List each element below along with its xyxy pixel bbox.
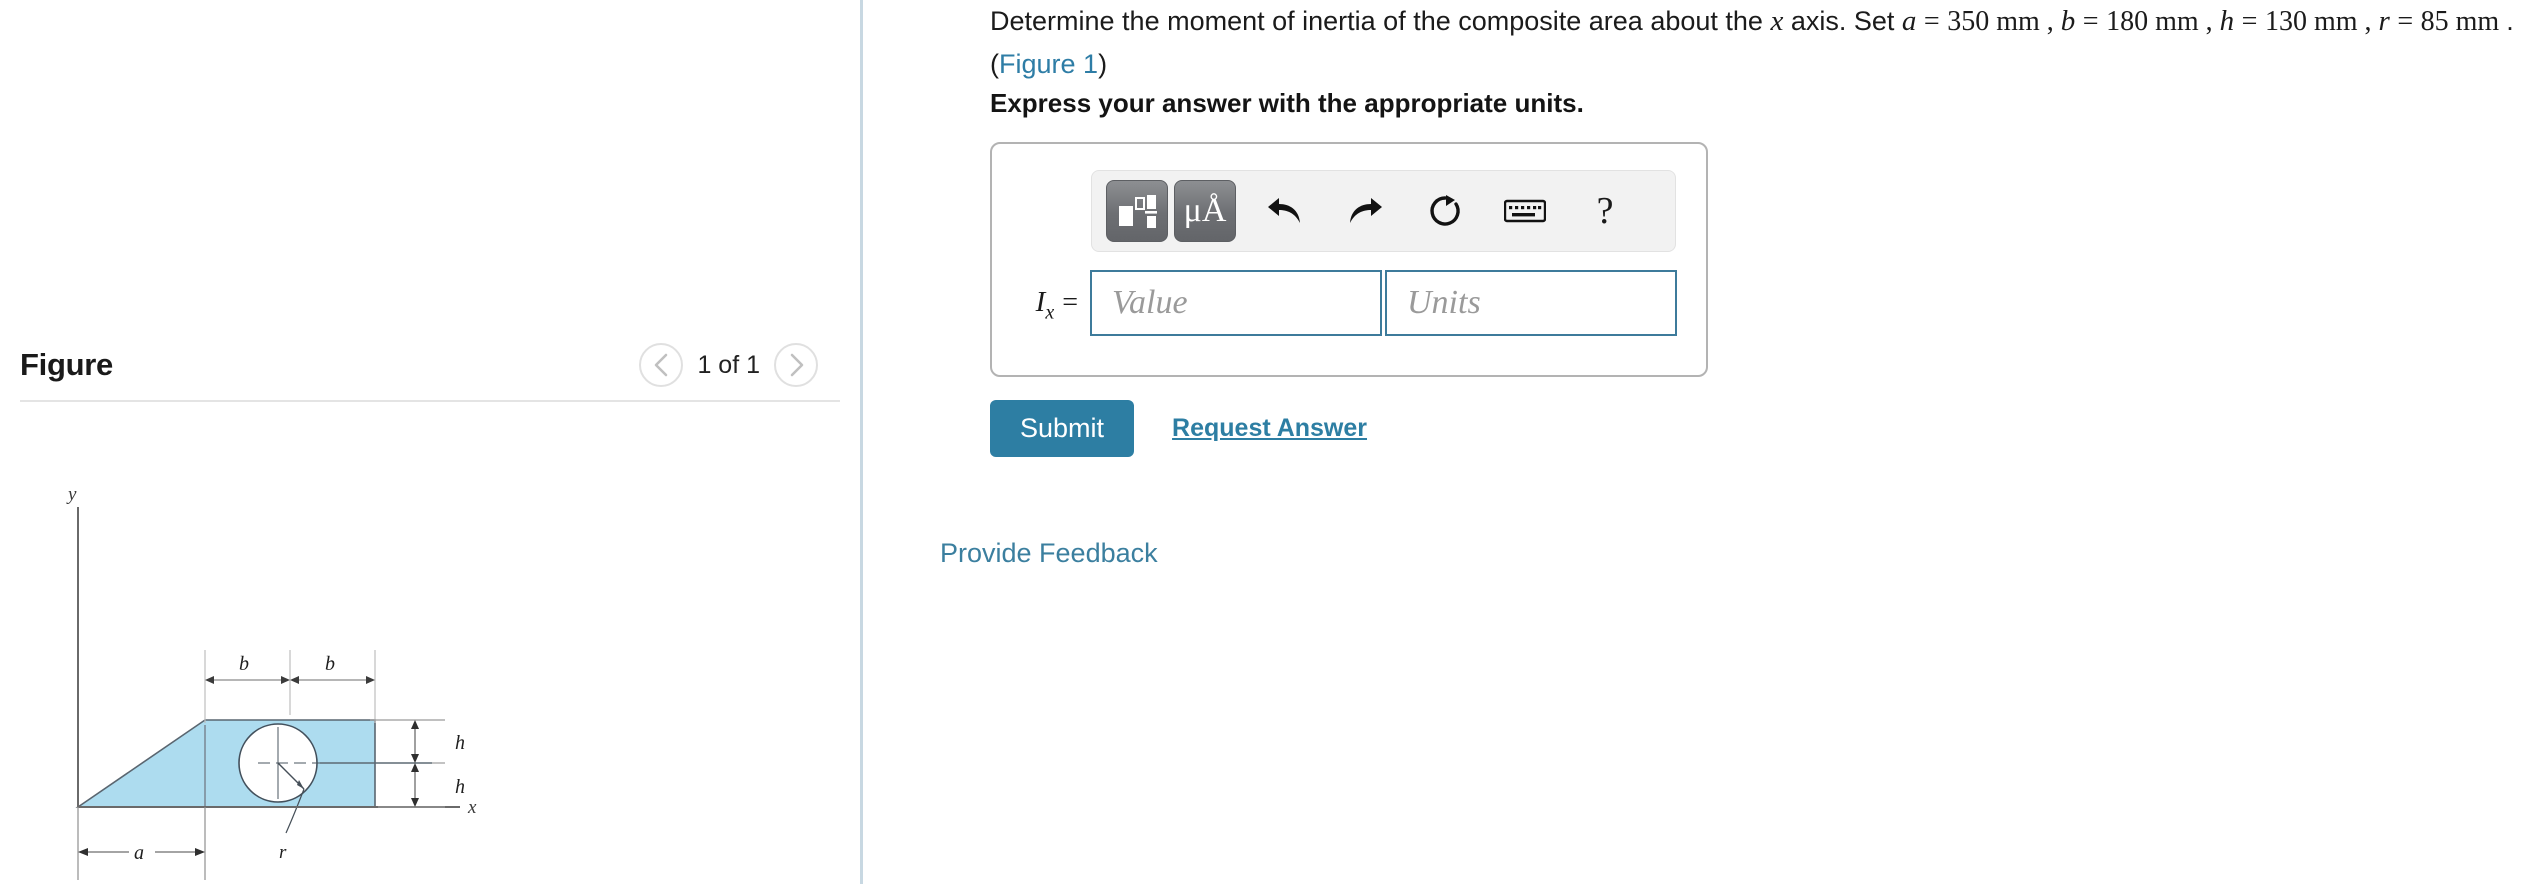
var-r-name: r xyxy=(2378,5,2390,37)
a-arrow-right xyxy=(195,848,205,856)
var-b-name: b xyxy=(2060,5,2076,37)
label-b-right: b xyxy=(325,653,335,675)
figure-ref-open-paren: ( xyxy=(990,49,999,79)
question-text: Determine the moment of inertia of the c… xyxy=(990,5,2514,79)
provide-feedback-link[interactable]: Provide Feedback xyxy=(940,538,1158,569)
answer-variable-label: Ix = xyxy=(1012,282,1090,324)
units-input[interactable] xyxy=(1385,270,1677,336)
answer-label-subscript: x xyxy=(1045,301,1055,324)
keyboard-icon xyxy=(1504,199,1546,223)
chevron-right-icon xyxy=(790,353,804,377)
figure-navigation: 1 of 1 xyxy=(639,343,840,387)
figure-panel-title: Figure xyxy=(20,347,113,382)
question-mark-icon: ? xyxy=(1596,190,1614,232)
figure-diagram: r y x b b h h a xyxy=(0,415,860,884)
answer-input-row: Ix = xyxy=(1012,270,1677,336)
h-arrow-bottom-up xyxy=(411,763,419,772)
var-h-eq: = xyxy=(2241,6,2258,37)
redo-button[interactable] xyxy=(1334,180,1396,242)
h-arrow-top-up xyxy=(411,720,419,729)
answer-label-equals: = xyxy=(1062,286,1078,318)
b-arrow-right-end xyxy=(366,676,375,684)
figure-panel: Figure 1 of 1 r y x b b h h a xyxy=(0,0,860,884)
units-symbol-button[interactable]: μÅ xyxy=(1174,180,1236,242)
keyboard-button[interactable] xyxy=(1494,180,1556,242)
math-template-icon xyxy=(1119,195,1157,228)
redo-arrow-icon xyxy=(1350,198,1382,223)
mu-angstrom-icon: μÅ xyxy=(1183,192,1227,229)
a-arrow-left xyxy=(78,848,88,856)
question-prefix: Determine the moment of inertia of the c… xyxy=(990,6,1771,36)
var-h-name: h xyxy=(2219,5,2235,37)
h-arrow-bottom-down xyxy=(411,798,419,807)
var-a-value: 350 mm xyxy=(1947,6,2040,37)
problem-page: Figure 1 of 1 r y x b b h h a Determine … xyxy=(0,0,2542,884)
var-a-name: a xyxy=(1901,5,1917,37)
label-h-top: h xyxy=(455,732,465,754)
composite-area-diagram-svg: r y x b b h h a xyxy=(66,484,477,880)
var-r-value: 85 mm xyxy=(2420,6,2500,37)
b-arrow-left-start xyxy=(205,676,214,684)
x-axis-label: x xyxy=(467,797,477,818)
b-arrow-left-end xyxy=(281,676,290,684)
var-r-eq: = xyxy=(2397,6,2414,37)
problem-content-panel: Determine the moment of inertia of the c… xyxy=(940,0,2542,884)
answer-entry-box: μÅ ? Ix = Value Units xyxy=(990,142,1708,377)
help-button[interactable]: ? xyxy=(1574,180,1636,242)
reset-button[interactable] xyxy=(1414,180,1476,242)
question-trailing: . xyxy=(2506,6,2514,36)
figure-next-button[interactable] xyxy=(774,343,818,387)
undo-arrow-icon xyxy=(1268,198,1300,223)
label-r: r xyxy=(279,842,287,863)
figure-ref-close-paren: ) xyxy=(1098,49,1108,79)
figure-page-count: 1 of 1 xyxy=(697,350,760,379)
h-arrow-top-down xyxy=(411,754,419,763)
var-b-eq: = xyxy=(2082,6,2099,37)
panel-divider xyxy=(860,0,863,884)
undo-button[interactable] xyxy=(1254,180,1316,242)
label-a: a xyxy=(134,842,144,864)
submit-row: Submit Request Answer xyxy=(990,400,1367,457)
question-axis-variable: x xyxy=(1770,5,1784,37)
figure-prev-button[interactable] xyxy=(639,343,684,387)
answer-label-I: I xyxy=(1035,285,1046,318)
chevron-left-icon xyxy=(655,353,668,377)
label-b-left: b xyxy=(239,653,249,675)
label-h-bottom: h xyxy=(455,776,465,798)
b-arrow-right-start xyxy=(290,676,299,684)
value-input[interactable] xyxy=(1090,270,1382,336)
reset-circle-icon xyxy=(1430,195,1460,226)
var-b-value: 180 mm xyxy=(2106,6,2199,37)
var-h-value: 130 mm xyxy=(2264,6,2358,37)
figure-header: Figure 1 of 1 xyxy=(20,330,840,402)
math-toolbar: μÅ ? xyxy=(1091,170,1676,252)
math-template-button[interactable] xyxy=(1106,180,1168,242)
question-middle: axis. Set xyxy=(1783,6,1902,36)
figure-1-link[interactable]: Figure 1 xyxy=(999,49,1098,79)
y-axis-label: y xyxy=(66,484,77,505)
request-answer-link[interactable]: Request Answer xyxy=(1172,414,1367,443)
express-units-instruction: Express your answer with the appropriate… xyxy=(990,88,1584,118)
var-a-eq: = xyxy=(1923,6,1940,37)
submit-button[interactable]: Submit xyxy=(990,400,1135,457)
